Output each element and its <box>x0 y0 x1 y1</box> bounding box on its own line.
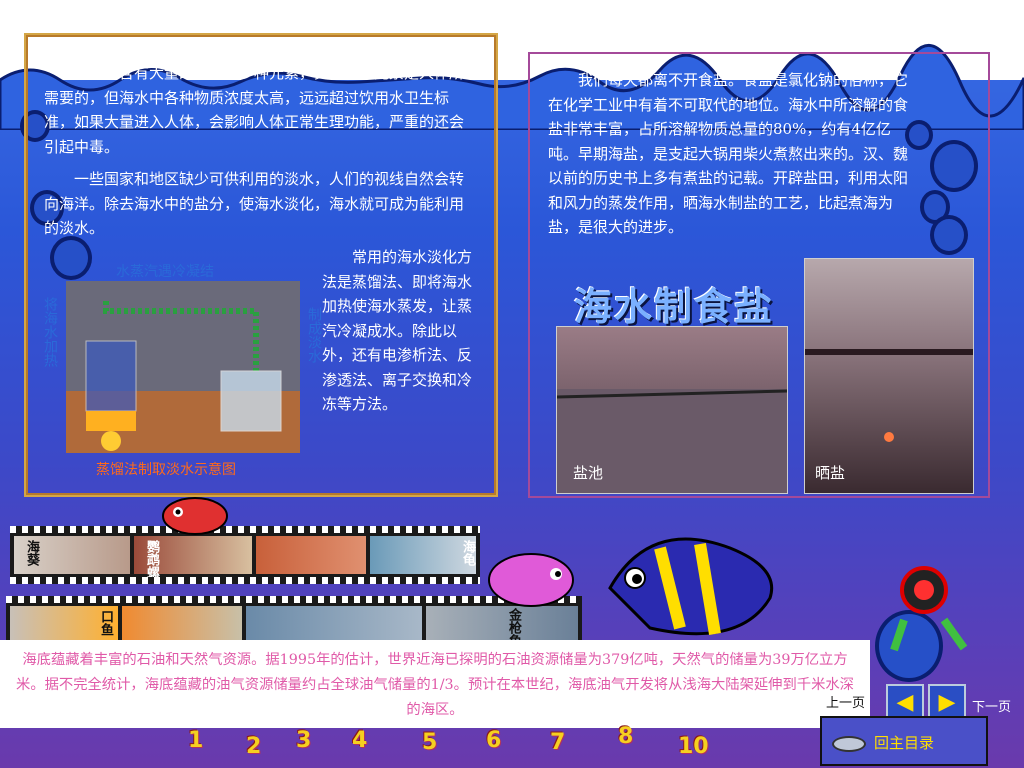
film-label-turtle: 海龟 <box>460 540 475 566</box>
salt-pond-photo: 盐池 <box>556 326 788 494</box>
prev-page-label: 上一页 <box>826 696 866 711</box>
flatfish-frame[interactable] <box>122 606 242 644</box>
next-page-button[interactable]: ▶ <box>928 684 966 720</box>
page-link-2[interactable]: 2 <box>246 734 261 759</box>
page-link-4[interactable]: 4 <box>352 728 367 753</box>
right-arrow-icon: ▶ <box>938 689 956 715</box>
desalination-para-2: 一些国家和地区缺少可供利用的淡水，人们的视线自然会转向海洋。除去海水中的盐分，使… <box>44 170 465 237</box>
page-link-10[interactable]: 10 <box>678 734 709 759</box>
tuna-frame[interactable] <box>426 606 578 644</box>
salt-heading: 海水制食盐 <box>574 285 775 329</box>
desalination-para-3: 常用的海水淡化方法是蒸馏法、即将海水加热使海水蒸发，让蒸汽冷凝成水。除此以外，还… <box>322 248 473 413</box>
distillation-diagram <box>66 281 300 453</box>
page-link-7[interactable]: 7 <box>550 730 565 755</box>
page-link-3[interactable]: 3 <box>296 728 311 753</box>
red-fish-illustration <box>162 497 228 535</box>
salt-pond-label: 盐池 <box>573 464 604 482</box>
page-link-8[interactable]: 8 <box>618 724 633 749</box>
home-icon <box>832 736 866 752</box>
page-link-5[interactable]: 5 <box>422 730 437 755</box>
desalination-panel: 海水中含有大量的盐类和多种元素，其中许多元素是人体所需要的，但海水中各种物质浓度… <box>24 33 498 497</box>
salt-drying-label: 晒盐 <box>815 464 846 482</box>
home-menu-label: 回主目录 <box>874 734 935 752</box>
prev-page-button[interactable]: ◀ <box>886 684 924 720</box>
desalination-para-1: 海水中含有大量的盐类和多种元素，其中许多元素是人体所需要的，但海水中各种物质浓度… <box>44 64 465 156</box>
diagram-right-label: 制成淡水 <box>306 307 322 363</box>
shell-frame[interactable] <box>256 536 366 574</box>
salt-drying-photo: 晒盐 <box>804 258 974 494</box>
diagram-caption: 蒸馏法制取淡水示意图 <box>96 462 236 478</box>
diagram-top-label: 水蒸汽遇冷凝结 <box>116 264 214 280</box>
film-label-mouthfish: 口鱼 <box>98 610 113 636</box>
angelfish-illustration <box>608 537 773 636</box>
oil-gas-info: 海底蕴藏着丰富的石油和天然气资源。据1995年的估计，世界近海已探明的石油资源储… <box>0 640 870 728</box>
left-arrow-icon: ◀ <box>896 689 914 715</box>
next-page-label: 下一页 <box>972 700 1012 715</box>
home-menu-button[interactable]: 回主目录 <box>820 716 988 766</box>
pink-fish-illustration <box>488 553 574 607</box>
page-link-1[interactable]: 1 <box>188 728 203 753</box>
salt-panel: 我们每天都离不开食盐。食盐是氯化钠的俗称，它在化学工业中有着不可取代的地位。海水… <box>528 52 990 498</box>
film-strip-top: 海葵 鹦鹉螺 海龟 <box>10 526 480 584</box>
film-label-nautilus: 鹦鹉螺 <box>144 540 159 579</box>
diagram-left-label: 将海水加热 <box>42 297 58 367</box>
film-label-anemone: 海葵 <box>24 540 39 566</box>
page-link-6[interactable]: 6 <box>486 728 501 753</box>
salt-paragraph: 我们每天都离不开食盐。食盐是氯化钠的俗称，它在化学工业中有着不可取代的地位。海水… <box>548 71 909 236</box>
diver-character[interactable] <box>884 540 974 660</box>
shark-frame[interactable] <box>246 606 422 644</box>
